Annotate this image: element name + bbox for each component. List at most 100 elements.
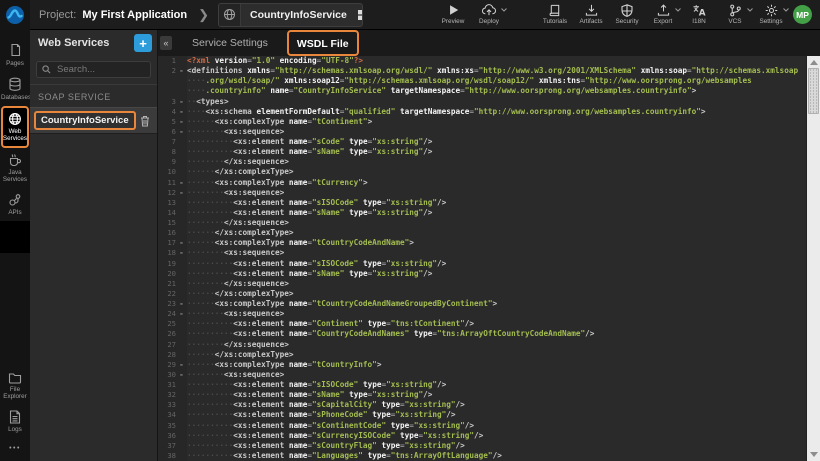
vcs-button[interactable]: VCS xyxy=(717,0,753,30)
code-text: ··········<xs:element name="sCapitalCity… xyxy=(187,400,806,410)
app-logo[interactable] xyxy=(0,0,30,30)
avatar[interactable]: MP xyxy=(793,5,812,24)
preview-button[interactable]: Preview xyxy=(435,0,471,30)
sidebar-item-pages[interactable]: Pages xyxy=(0,38,30,72)
fold-gutter xyxy=(176,56,187,66)
code-text: ··········<xs:element name="sContinentCo… xyxy=(187,421,806,431)
panel-collapse-button[interactable]: « xyxy=(160,36,172,50)
line-number: 20 xyxy=(158,269,176,279)
sidebar-item-apis[interactable]: APIs xyxy=(0,188,30,221)
chevron-down-icon xyxy=(501,8,507,12)
scroll-down-arrow[interactable] xyxy=(810,452,818,457)
code-line: ····.org/wsdl/soap/" xmlns:soap12="http:… xyxy=(158,76,806,86)
code-line: 7··········<xs:element name="sCode" type… xyxy=(158,137,806,147)
code-text: ······</xs:complexType> xyxy=(187,167,806,177)
search-box[interactable] xyxy=(36,61,151,78)
fold-gutter xyxy=(176,289,187,299)
service-list-item[interactable]: CountryInfoService xyxy=(30,107,157,134)
fold-toggle[interactable]: - xyxy=(176,178,187,188)
code-text: ··········<xs:element name="sName" type=… xyxy=(187,208,806,218)
fold-toggle[interactable]: - xyxy=(176,238,187,248)
globe-icon xyxy=(8,112,22,126)
scroll-up-arrow[interactable] xyxy=(810,60,818,65)
code-line: 32··········<xs:element name="sName" typ… xyxy=(158,390,806,400)
fold-toggle[interactable]: - xyxy=(176,107,187,117)
code-line: 29-······<xs:complexType name="tCountryI… xyxy=(158,360,806,370)
fold-toggle[interactable]: - xyxy=(176,370,187,380)
sidebar-item-databases[interactable]: Databases xyxy=(0,72,30,106)
fold-toggle[interactable]: - xyxy=(176,309,187,319)
code-text: ··········<xs:element name="sName" type=… xyxy=(187,269,806,279)
code-text: ······<xs:complexType name="tCurrency"> xyxy=(187,178,806,188)
code-text: ········</xs:sequence> xyxy=(187,157,806,167)
trash-icon[interactable] xyxy=(140,115,150,127)
fold-gutter xyxy=(176,259,187,269)
service-item-name[interactable]: CountryInfoService xyxy=(34,111,136,130)
tutorials-button[interactable]: Tutorials xyxy=(537,0,573,30)
code-text: ········<xs:sequence> xyxy=(187,370,806,380)
fold-toggle[interactable]: - xyxy=(176,360,187,370)
line-number: 18 xyxy=(158,248,176,258)
grid-icon[interactable] xyxy=(357,9,363,21)
settings-button[interactable]: Settings xyxy=(753,0,789,30)
line-number: 34 xyxy=(158,410,176,420)
line-number: 21 xyxy=(158,279,176,289)
code-text: ······<xs:complexType name="tCountryCode… xyxy=(187,299,806,309)
scrollbar-thumb[interactable] xyxy=(808,68,819,114)
security-button[interactable]: Security xyxy=(609,0,645,30)
fold-toggle[interactable]: - xyxy=(176,188,187,198)
service-tab[interactable]: CountryInfoService xyxy=(218,3,363,27)
fold-toggle[interactable]: - xyxy=(176,299,187,309)
i18n-button[interactable]: A I18N xyxy=(681,0,717,30)
code-text: ··········<xs:element name="Languages" t… xyxy=(187,451,806,461)
code-line: 33··········<xs:element name="sCapitalCi… xyxy=(158,400,806,410)
sidebar-item-file-explorer[interactable]: File Explorer xyxy=(0,367,30,405)
code-line: 4-····<xs:schema elementFormDefault="qua… xyxy=(158,107,806,117)
code-text: ··········<xs:element name="sISOCode" ty… xyxy=(187,259,806,269)
fold-toggle[interactable]: - xyxy=(176,248,187,258)
line-number: 7 xyxy=(158,137,176,147)
app-window: Project: My First Application ❯ CountryI… xyxy=(0,0,820,461)
tab-service-settings[interactable]: Service Settings xyxy=(181,37,279,49)
fold-gutter xyxy=(176,421,187,431)
code-text: ········</xs:sequence> xyxy=(187,340,806,350)
code-line: 38 ··········<xs:element name="Languages"… xyxy=(158,451,806,461)
tab-wsdl-file-highlight[interactable]: WSDL File xyxy=(287,30,359,56)
editor-scrollbar[interactable] xyxy=(806,56,820,461)
code-text: ········</xs:sequence> xyxy=(187,279,806,289)
download-icon xyxy=(585,4,598,17)
code-text: ··········<xs:element name="sCurrencyISO… xyxy=(187,431,806,441)
sidebar-item-logs[interactable]: Logs xyxy=(0,405,30,438)
add-service-button[interactable]: + xyxy=(134,34,152,52)
fold-toggle[interactable]: - xyxy=(176,97,187,107)
code-text: ······<xs:complexType name="tCountryInfo… xyxy=(187,360,806,370)
fold-toggle[interactable]: - xyxy=(176,117,187,127)
wsdl-editor: 1 <?xml version="1.0" encoding="UTF-8"?> 2… xyxy=(158,56,820,461)
code-text: ····<xs:schema elementFormDefault="quali… xyxy=(187,107,806,117)
code-editor[interactable]: 1 <?xml version="1.0" encoding="UTF-8"?> 2… xyxy=(158,56,806,461)
artifacts-button[interactable]: Artifacts xyxy=(573,0,609,30)
search-input[interactable] xyxy=(55,63,145,76)
export-button[interactable]: Export xyxy=(645,0,681,30)
code-text: <?xml version="1.0" encoding="UTF-8"?> xyxy=(187,56,806,66)
sidebar-item-java-services[interactable]: Java Services xyxy=(0,148,30,188)
sidebar-overflow-button[interactable]: ••• xyxy=(9,445,21,452)
deploy-button[interactable]: Deploy xyxy=(471,0,507,30)
line-number: 38 xyxy=(158,451,176,461)
line-number: 1 xyxy=(158,56,176,66)
code-line: 6-········<xs:sequence> xyxy=(158,127,806,137)
document-icon xyxy=(9,410,21,424)
code-text: ··········<xs:element name="Continent" t… xyxy=(187,319,806,329)
line-number: 23 xyxy=(158,299,176,309)
fold-toggle[interactable]: - xyxy=(176,66,187,76)
project-label: Project: xyxy=(39,9,76,21)
fold-gutter xyxy=(176,86,187,96)
fold-toggle[interactable]: - xyxy=(176,127,187,137)
line-number: 26 xyxy=(158,329,176,339)
code-line: 14··········<xs:element name="sName" typ… xyxy=(158,208,806,218)
code-line: 11-······<xs:complexType name="tCurrency… xyxy=(158,178,806,188)
sidebar-item-web-services[interactable]: Web Services xyxy=(1,106,29,148)
fold-gutter xyxy=(176,350,187,360)
fold-gutter xyxy=(176,329,187,339)
fold-gutter xyxy=(176,147,187,157)
